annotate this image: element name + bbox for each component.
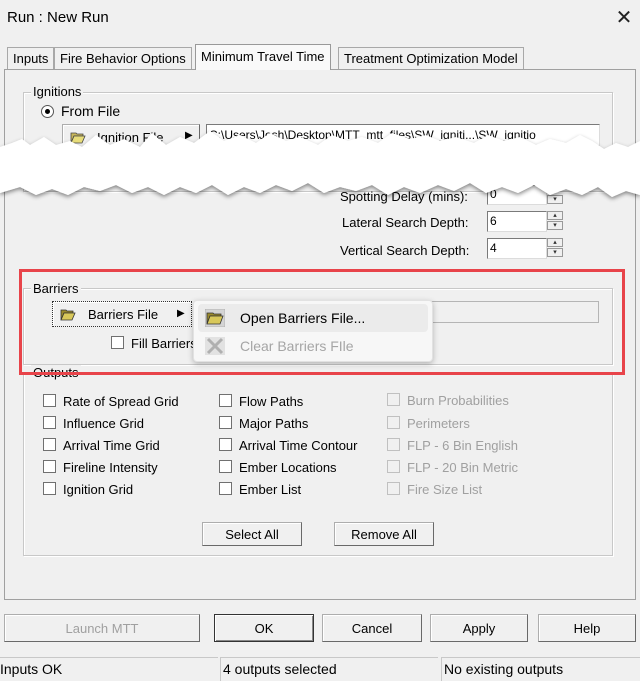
from-file-label: From File	[61, 103, 121, 119]
cancel-button[interactable]: Cancel	[322, 614, 422, 642]
status-inputs: Inputs OK	[0, 657, 218, 681]
fireline-intensity-checkbox[interactable]	[43, 460, 56, 473]
fire-size-list-checkbox	[387, 482, 400, 495]
select-all-button[interactable]: Select All	[202, 522, 302, 546]
barriers-group-label: Barriers	[31, 281, 81, 296]
influence-grid-checkbox[interactable]	[43, 416, 56, 429]
flow-paths-label: Flow Paths	[239, 394, 304, 409]
launch-mtt-button[interactable]: Launch MTT	[4, 614, 200, 642]
folder-open-icon	[60, 309, 76, 321]
influence-grid-label: Influence Grid	[63, 416, 144, 431]
arrival-time-grid-checkbox[interactable]	[43, 438, 56, 451]
fill-barriers-label: Fill Barriers	[131, 336, 197, 351]
burn-probabilities-label: Burn Probabilities	[407, 393, 509, 408]
flp-6-bin-english-checkbox	[387, 438, 400, 451]
perimeters-label: Perimeters	[407, 416, 470, 431]
ember-list-label: Ember List	[239, 482, 302, 497]
ignition-grid-label: Ignition Grid	[63, 482, 134, 497]
title-bar: Run : New Run ✕	[0, 0, 640, 38]
lateral-search-depth-label: Lateral Search Depth:	[342, 215, 469, 230]
tab-fire-behavior-options[interactable]: Fire Behavior Options	[54, 47, 192, 69]
submenu-arrow-icon: ▶	[177, 308, 185, 319]
rate-of-spread-grid-label: Rate of Spread Grid	[63, 394, 179, 409]
menu-item-clear-barriers-file[interactable]: Clear Barriers FIle	[198, 332, 428, 360]
clear-x-icon	[205, 337, 225, 355]
apply-button[interactable]: Apply	[430, 614, 528, 642]
menu-label: Open Barriers File...	[240, 310, 366, 326]
menu-item-open-barriers-file[interactable]: Open Barriers File...	[198, 304, 428, 332]
remove-all-button[interactable]: Remove All	[334, 522, 434, 546]
burn-probabilities-checkbox	[387, 393, 400, 406]
ignitions-group-label: Ignitions	[31, 84, 84, 99]
rate-of-spread-grid-checkbox[interactable]	[43, 394, 56, 407]
close-icon[interactable]: ✕	[612, 6, 636, 30]
tab-treatment-optimization-model[interactable]: Treatment Optimization Model	[338, 47, 524, 69]
window-title: Run : New Run	[7, 9, 109, 26]
vertical-search-depth-label: Vertical Search Depth:	[340, 243, 470, 258]
lateral-spin-down[interactable]: ▾	[547, 221, 563, 230]
barriers-file-menu: Open Barriers File... Clear Barriers FIl…	[193, 300, 433, 362]
lateral-search-depth-input[interactable]: 6	[487, 211, 547, 232]
flp-20-bin-metric-checkbox	[387, 460, 400, 473]
vertical-spin-down[interactable]: ▾	[547, 248, 563, 257]
fire-size-list-label: Fire Size List	[407, 482, 483, 497]
fireline-intensity-label: Fireline Intensity	[63, 460, 158, 475]
lateral-spin-up[interactable]: ▴	[547, 211, 563, 220]
major-paths-checkbox[interactable]	[219, 416, 232, 429]
arrival-time-contour-checkbox[interactable]	[219, 438, 232, 451]
tab-inputs[interactable]: Inputs	[7, 47, 55, 69]
folder-open-icon	[205, 309, 225, 327]
barriers-file-button[interactable]: Barriers File ▶	[52, 301, 192, 327]
arrival-time-contour-label: Arrival Time Contour	[239, 438, 358, 453]
flp-20-bin-metric-label: FLP - 20 Bin Metric	[407, 460, 519, 475]
barriers-file-label: Barriers File	[88, 307, 159, 322]
flp-6-bin-english-label: FLP - 6 Bin English	[407, 438, 519, 453]
menu-label: Clear Barriers FIle	[240, 338, 354, 354]
ok-button[interactable]: OK	[214, 614, 314, 642]
ember-list-checkbox[interactable]	[219, 482, 232, 495]
major-paths-label: Major Paths	[239, 416, 309, 431]
vertical-search-depth-input[interactable]: 4	[487, 238, 547, 259]
ember-locations-label: Ember Locations	[239, 460, 337, 475]
ember-locations-checkbox[interactable]	[219, 460, 232, 473]
tab-minimum-travel-time[interactable]: Minimum Travel Time	[195, 44, 331, 70]
arrival-time-grid-label: Arrival Time Grid	[63, 438, 160, 453]
status-bar: Inputs OK 4 outputs selected No existing…	[0, 655, 640, 681]
status-outputs-selected: 4 outputs selected	[220, 657, 438, 681]
vertical-spin-up[interactable]: ▴	[547, 238, 563, 247]
ignition-grid-checkbox[interactable]	[43, 482, 56, 495]
help-button[interactable]: Help	[538, 614, 636, 642]
outputs-group-label: Outputs	[31, 365, 81, 380]
status-existing-outputs: No existing outputs	[441, 657, 640, 681]
torn-paper-divider	[0, 131, 640, 197]
perimeters-checkbox	[387, 416, 400, 429]
flow-paths-checkbox[interactable]	[219, 394, 232, 407]
fill-barriers-checkbox[interactable]	[111, 336, 124, 349]
from-file-radio[interactable]	[41, 105, 54, 118]
